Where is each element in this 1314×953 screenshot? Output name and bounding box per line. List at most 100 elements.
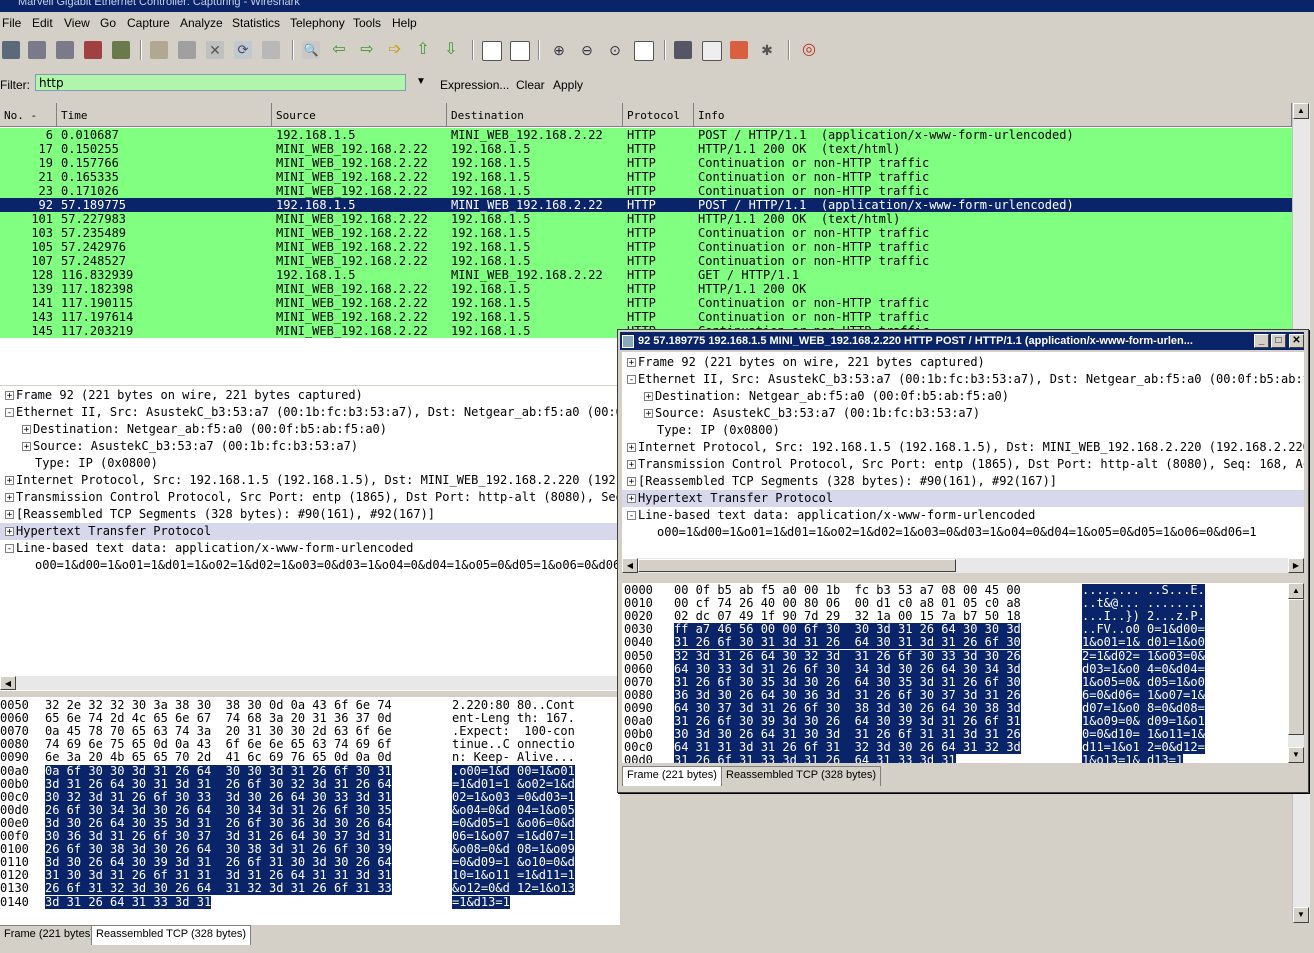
scroll-thumb[interactable] (638, 559, 956, 572)
expand-icon[interactable]: + (627, 460, 636, 470)
expand-icon[interactable]: + (5, 391, 14, 401)
menu-file[interactable]: File (2, 16, 21, 30)
detail-line[interactable]: + Source: AsustekC_b3:53:a7 (00:1b:fc:b3:… (0, 438, 620, 455)
menu-view[interactable]: View (64, 16, 90, 30)
scroll-down-icon[interactable]: ▼ (1293, 907, 1309, 923)
pane-splitter[interactable] (0, 690, 620, 697)
hex-bytes[interactable]: 26 6f 31 32 3d 30 26 64 31 32 3d 31 26 6… (45, 882, 392, 896)
hex-bytes[interactable]: 74 69 6e 75 65 0d 0a 43 6f 6e 6e 65 63 7… (45, 738, 392, 751)
packet-row[interactable]: 128 116.832939 192.168.1.5 MINI_WEB_192.168… (0, 268, 1292, 282)
hex-ascii[interactable]: 06=1&o07 =1&d07=1 (452, 830, 575, 843)
packet-row[interactable]: 6 0.010687 192.168.1.5 MINI_WEB_192.168.2.2… (0, 128, 1292, 142)
zoom-in-icon[interactable]: ⊕ (550, 41, 568, 59)
tab-reassembled-tcp[interactable]: Reassembled TCP (328 bytes) (91, 925, 251, 945)
capture-options-icon[interactable] (28, 41, 46, 59)
hex-ascii[interactable]: .Expect: 100-con (452, 725, 575, 738)
collapse-icon[interactable]: - (627, 375, 636, 385)
packet-row[interactable]: 103 57.235489 MINI_WEB_192.168.2.22 192.168… (0, 226, 1292, 240)
detail-line[interactable]: o00=1&d00=1&o01=1&d01=1&o02=1&d02=1&o03=… (622, 524, 1304, 541)
preferences-icon[interactable]: ✱ (758, 41, 776, 59)
menu-help[interactable]: Help (392, 16, 417, 30)
scroll-right-icon[interactable]: ▶ (1288, 558, 1304, 573)
expand-icon[interactable]: + (22, 425, 31, 435)
hex-bytes[interactable]: 31 26 6f 30 39 3d 30 26 64 30 39 3d 31 2… (674, 715, 1021, 728)
hex-bytes[interactable]: 3d 30 26 64 30 35 3d 31 26 6f 30 36 3d 3… (45, 816, 392, 830)
scroll-left-icon[interactable]: ◀ (0, 676, 16, 690)
hex-bytes[interactable]: 26 6f 30 34 3d 30 26 64 30 34 3d 31 26 6… (45, 803, 392, 817)
hex-ascii[interactable]: 1&o01=1& d01=1&o0 (1082, 636, 1205, 650)
detail-line[interactable]: + [Reassembled TCP Segments (328 bytes): … (622, 473, 1304, 490)
scroll-up-icon[interactable]: ▲ (1293, 103, 1309, 119)
hex-bytes[interactable]: 64 31 31 3d 31 26 6f 31 32 3d 30 26 64 3… (674, 741, 1021, 755)
hex-bytes[interactable]: 00 cf 74 26 40 00 80 06 00 d1 c0 a8 01 0… (674, 597, 1021, 610)
collapse-icon[interactable]: - (5, 408, 14, 418)
packet-row[interactable]: 139 117.182398 MINI_WEB_192.168.2.22 192.16… (0, 282, 1292, 296)
column-header-destination[interactable]: Destination (447, 103, 623, 127)
popup-tab-reassembled-tcp[interactable]: Reassembled TCP (328 bytes) (721, 766, 881, 786)
auto-scroll-icon[interactable] (510, 41, 530, 61)
go-to-packet-icon[interactable]: ➩ (386, 41, 404, 59)
hex-bytes[interactable]: 31 26 6f 30 31 3d 31 26 64 30 31 3d 31 2… (674, 636, 1021, 650)
find-packet-icon[interactable]: 🔍 (302, 41, 320, 59)
hex-ascii[interactable]: n: Keep- Alive... (452, 751, 575, 764)
go-back-icon[interactable]: ⇦ (330, 41, 348, 59)
hex-bytes[interactable]: 64 30 33 3d 31 26 6f 30 34 3d 30 26 64 3… (674, 662, 1021, 676)
hex-bytes[interactable]: 30 32 3d 31 26 6f 30 33 3d 30 26 64 30 3… (45, 790, 392, 804)
hex-ascii[interactable]: d03=1&o0 4=0&d04= (1082, 662, 1205, 676)
filter-input[interactable] (35, 74, 406, 91)
stop-capture-icon[interactable] (84, 41, 102, 59)
column-header-protocol[interactable]: Protocol (623, 103, 694, 127)
packet-row[interactable]: 19 0.157766 MINI_WEB_192.168.2.22 192.168.1… (0, 156, 1292, 170)
packet-row[interactable]: 141 117.190115 MINI_WEB_192.168.2.22 192.16… (0, 296, 1292, 310)
hex-bytes[interactable]: 31 26 6f 31 33 3d 31 26 64 31 33 3d 31 (674, 754, 956, 763)
menu-telephony[interactable]: Telephony (290, 16, 345, 30)
reload-icon[interactable]: ⟳ (234, 41, 252, 59)
menu-go[interactable]: Go (100, 16, 116, 30)
detail-line[interactable]: - Ethernet II, Src: AsustekC_b3:53:a7 (00… (0, 404, 620, 421)
open-file-icon[interactable] (150, 41, 168, 59)
expand-icon[interactable]: + (627, 443, 636, 453)
packet-row[interactable]: 21 0.165335 MINI_WEB_192.168.2.22 192.168.1… (0, 170, 1292, 184)
expand-icon[interactable]: + (22, 442, 31, 452)
hex-bytes[interactable]: 6e 3a 20 4b 65 65 70 2d 41 6c 69 76 65 0… (45, 751, 392, 764)
expand-icon[interactable]: + (627, 494, 636, 504)
print-icon[interactable] (262, 41, 280, 59)
clear-button[interactable]: Clear (516, 78, 545, 92)
popup-bytes-scrollbar[interactable]: ▲ ▼ (1288, 583, 1304, 763)
column-header-info[interactable]: Info (694, 103, 1292, 127)
detail-line[interactable]: o00=1&d00=1&o01=1&d01=1&o02=1&d02=1&o03=… (0, 557, 620, 574)
hex-ascii[interactable]: 10=1&o11 =1&d11=1 (452, 869, 575, 883)
hex-bytes[interactable]: 3d 31 26 64 31 33 3d 31 (45, 895, 212, 909)
hex-bytes[interactable]: ff a7 46 56 00 00 6f 30 30 3d 31 26 64 3… (674, 623, 1021, 637)
hex-ascii[interactable]: =0&d09=1 &o10=0&d (452, 856, 575, 870)
detail-line[interactable]: + Hypertext Transfer Protocol (622, 490, 1304, 507)
hex-ascii[interactable]: d11=1&o1 2=0&d12= (1082, 741, 1205, 755)
detail-line[interactable]: + Frame 92 (221 bytes on wire, 221 bytes … (0, 387, 620, 404)
hex-bytes[interactable]: 30 36 3d 31 26 6f 30 37 3d 31 26 64 30 3… (45, 830, 392, 843)
detail-line[interactable]: - Line-based text data: application/x-www… (622, 507, 1304, 524)
zoom-out-icon[interactable]: ⊖ (578, 41, 596, 59)
expand-icon[interactable]: + (627, 477, 636, 487)
menu-statistics[interactable]: Statistics (232, 16, 280, 30)
save-file-icon[interactable] (178, 41, 196, 59)
hex-ascii[interactable]: 1&o09=0& d09=1&o1 (1082, 715, 1205, 728)
menu-edit[interactable]: Edit (32, 16, 53, 30)
detail-line[interactable]: + Internet Protocol, Src: 192.168.1.5 (19… (0, 472, 620, 489)
detail-line[interactable]: + Transmission Control Protocol, Src Port… (622, 456, 1304, 473)
detail-line[interactable]: + Frame 92 (221 bytes on wire, 221 bytes … (622, 354, 1304, 371)
hex-bytes[interactable]: 36 3d 30 26 64 30 36 3d 31 26 6f 30 37 3… (674, 688, 1021, 702)
detail-line[interactable]: + Destination: Netgear_ab:f5:a0 (00:0f:b5… (0, 421, 620, 438)
expand-icon[interactable]: + (5, 527, 14, 537)
detail-line[interactable]: + Hypertext Transfer Protocol (0, 523, 620, 540)
hex-ascii[interactable]: &o08=0&d 08=1&o09 (452, 843, 575, 857)
go-last-icon[interactable]: ⇩ (442, 41, 460, 59)
close-button[interactable]: ✕ (1289, 334, 1304, 348)
packet-row[interactable]: 92 57.189775 192.168.1.5 MINI_WEB_192.168.2… (0, 198, 1292, 212)
detail-line[interactable]: + [Reassembled TCP Segments (328 bytes): … (0, 506, 620, 523)
hex-bytes[interactable]: 00 0f b5 ab f5 a0 00 1b fc b3 53 a7 08 0… (674, 584, 1021, 597)
detail-line[interactable]: + Destination: Netgear_ab:f5:a0 (00:0f:b5… (622, 388, 1304, 405)
hex-ascii[interactable]: 02=1&o03 =0&d03=1 (452, 790, 575, 804)
expand-icon[interactable]: + (5, 493, 14, 503)
menu-tools[interactable]: Tools (353, 16, 381, 30)
hex-bytes[interactable]: 32 2e 32 32 30 3a 38 30 38 30 0d 0a 43 6… (45, 699, 392, 712)
